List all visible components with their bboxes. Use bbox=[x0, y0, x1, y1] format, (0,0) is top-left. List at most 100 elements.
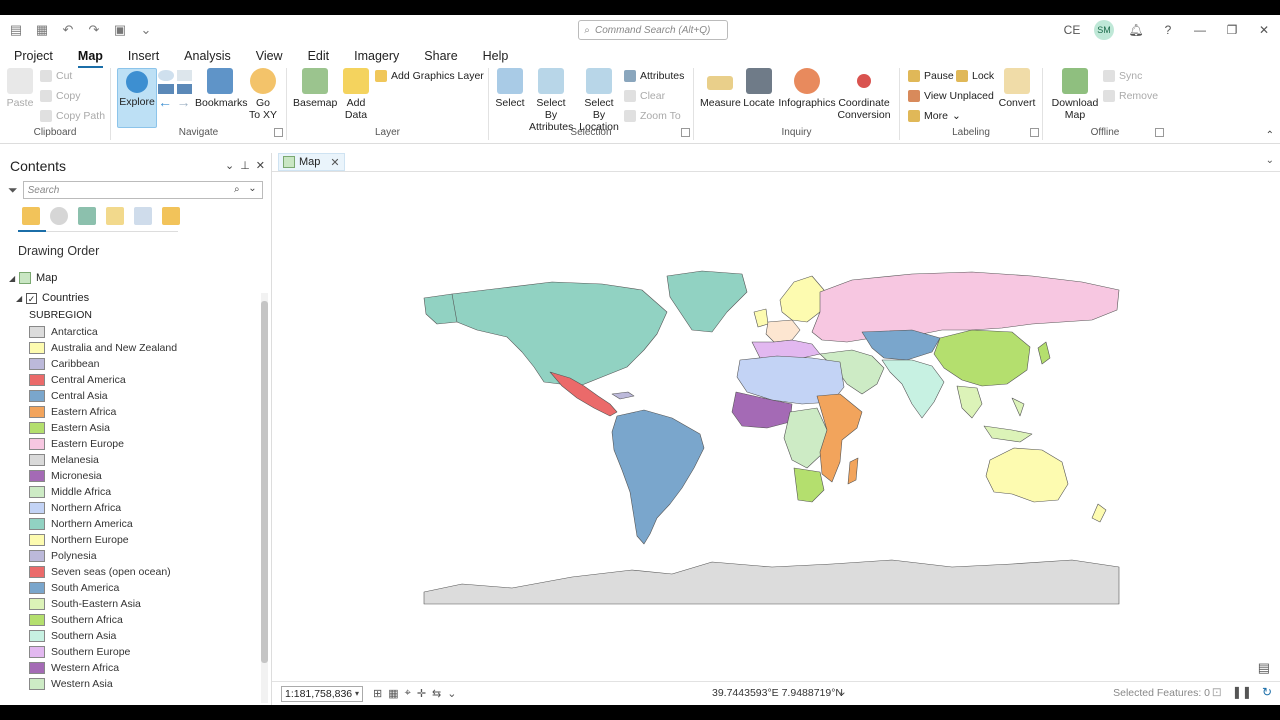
filter-icon[interactable]: ⏷ bbox=[8, 183, 18, 198]
legend-item[interactable]: Western Asia bbox=[0, 676, 271, 692]
measure-button[interactable]: Measure bbox=[700, 68, 741, 109]
legend-swatch[interactable] bbox=[29, 342, 45, 354]
legend-item[interactable]: Central America bbox=[0, 372, 271, 388]
list-by-drawing-order-icon[interactable] bbox=[22, 207, 40, 225]
pane-options-icon[interactable]: ⌄ bbox=[225, 159, 234, 172]
tab-insert[interactable]: Insert bbox=[128, 49, 173, 65]
legend-swatch[interactable] bbox=[29, 598, 45, 610]
view-unplaced-button[interactable]: View Unplaced bbox=[908, 88, 994, 104]
more-labeling-button[interactable]: More ⌄ bbox=[908, 108, 961, 124]
pause-drawing-icon[interactable]: ❚❚ bbox=[1232, 685, 1252, 699]
contents-scrollbar[interactable] bbox=[261, 293, 268, 703]
labeling-launcher-icon[interactable] bbox=[1030, 128, 1039, 137]
tab-project[interactable]: Project bbox=[14, 49, 67, 65]
legend-swatch[interactable] bbox=[29, 502, 45, 514]
legend-swatch[interactable] bbox=[29, 614, 45, 626]
refresh-view-icon[interactable]: ⊡ bbox=[1212, 685, 1222, 699]
search-icon[interactable]: ⌕ bbox=[234, 184, 240, 195]
notifications-panel-icon[interactable]: ▤ bbox=[1258, 660, 1270, 676]
basemap-button[interactable]: Basemap bbox=[293, 68, 337, 109]
legend-swatch[interactable] bbox=[29, 646, 45, 658]
restore-icon[interactable]: ❐ bbox=[1216, 23, 1248, 37]
copy-path-button[interactable]: Copy Path bbox=[40, 108, 105, 124]
list-by-snapping-icon[interactable] bbox=[134, 207, 152, 225]
legend-item[interactable]: South America bbox=[0, 580, 271, 596]
go-to-xy-button[interactable]: Go To XY bbox=[247, 68, 279, 121]
close-icon[interactable]: ✕ bbox=[1248, 23, 1280, 37]
close-pane-icon[interactable]: ✕ bbox=[256, 159, 265, 172]
navigate-launcher-icon[interactable] bbox=[274, 128, 283, 137]
legend-swatch[interactable] bbox=[29, 422, 45, 434]
legend-swatch[interactable] bbox=[29, 406, 45, 418]
list-by-data-source-icon[interactable] bbox=[50, 207, 68, 225]
rotation-icon[interactable]: ⇆ bbox=[432, 687, 441, 700]
expand-layer-icon[interactable]: ◢ bbox=[16, 294, 26, 303]
list-by-editing-icon[interactable] bbox=[106, 207, 124, 225]
legend-swatch[interactable] bbox=[29, 326, 45, 338]
tree-map-row[interactable]: ◢ Map bbox=[0, 270, 271, 286]
select-button[interactable]: Select bbox=[495, 68, 525, 109]
sync-button[interactable]: Sync bbox=[1103, 68, 1142, 84]
locate-button[interactable]: Locate bbox=[742, 68, 776, 109]
world-map[interactable] bbox=[272, 172, 1280, 682]
legend-swatch[interactable] bbox=[29, 518, 45, 530]
user-initials[interactable]: CE bbox=[1056, 23, 1088, 37]
tab-list-icon[interactable]: ⌄ bbox=[1266, 155, 1274, 166]
legend-swatch[interactable] bbox=[29, 534, 45, 546]
command-search[interactable]: ⌕ Command Search (Alt+Q) bbox=[578, 20, 728, 40]
list-by-labeling-icon[interactable] bbox=[162, 207, 180, 225]
legend-swatch[interactable] bbox=[29, 390, 45, 402]
legend-swatch[interactable] bbox=[29, 438, 45, 450]
snapping-icon[interactable]: ✛ bbox=[417, 687, 426, 700]
grid-icon[interactable]: ▦ bbox=[388, 687, 398, 700]
list-by-selection-icon[interactable] bbox=[78, 207, 96, 225]
add-data-button[interactable]: Add Data bbox=[341, 68, 371, 121]
legend-item[interactable]: Southern Europe bbox=[0, 644, 271, 660]
minimize-icon[interactable]: — bbox=[1184, 23, 1216, 37]
legend-item[interactable]: Eastern Asia bbox=[0, 420, 271, 436]
legend-item[interactable]: Antarctica bbox=[0, 324, 271, 340]
full-extent-icon[interactable] bbox=[158, 70, 174, 81]
fixed-zoom-icon[interactable] bbox=[176, 70, 192, 81]
expand-map-icon[interactable]: ◢ bbox=[9, 274, 19, 283]
collapse-ribbon-icon[interactable]: ⌃ bbox=[1266, 130, 1274, 141]
legend-swatch[interactable] bbox=[29, 550, 45, 562]
legend-item[interactable]: Melanesia bbox=[0, 452, 271, 468]
customize-qat-icon[interactable]: ⌄ bbox=[138, 22, 154, 38]
legend-item[interactable]: Australia and New Zealand bbox=[0, 340, 271, 356]
lock-labels-button[interactable]: Lock bbox=[956, 68, 994, 84]
new-project-icon[interactable]: ▤ bbox=[8, 22, 24, 38]
notification-bell-icon[interactable]: 🔔︎ bbox=[1120, 23, 1152, 37]
coordinate-conversion-button[interactable]: Coordinate Conversion bbox=[836, 68, 892, 121]
legend-item[interactable]: Middle Africa bbox=[0, 484, 271, 500]
legend-swatch[interactable] bbox=[29, 630, 45, 642]
legend-swatch[interactable] bbox=[29, 454, 45, 466]
explore-button[interactable]: Explore bbox=[117, 68, 157, 128]
convert-button[interactable]: Convert bbox=[998, 68, 1036, 109]
legend-item[interactable]: Northern Europe bbox=[0, 532, 271, 548]
legend-item[interactable]: Central Asia bbox=[0, 388, 271, 404]
next-extent-icon[interactable]: → bbox=[177, 95, 193, 118]
legend-item[interactable]: Micronesia bbox=[0, 468, 271, 484]
select-by-attributes-button[interactable]: Select By Attributes bbox=[529, 68, 573, 133]
map-canvas[interactable]: ▤ bbox=[272, 172, 1280, 682]
legend-item[interactable]: Southern Asia bbox=[0, 628, 271, 644]
attributes-button[interactable]: Attributes bbox=[624, 68, 684, 84]
legend-item[interactable]: Seven seas (open ocean) bbox=[0, 564, 271, 580]
tab-help[interactable]: Help bbox=[483, 49, 523, 65]
zoom-in-icon[interactable] bbox=[158, 83, 174, 95]
redo-icon[interactable]: ↷ bbox=[86, 22, 102, 38]
cut-button[interactable]: Cut bbox=[40, 68, 72, 84]
copy-button[interactable]: Copy bbox=[40, 88, 81, 104]
map-view-tab[interactable]: Map ✕ bbox=[278, 153, 345, 171]
legend-item[interactable]: Southern Africa bbox=[0, 612, 271, 628]
bookmarks-button[interactable]: Bookmarks bbox=[195, 68, 248, 109]
legend-item[interactable]: Northern America bbox=[0, 516, 271, 532]
pin-icon[interactable]: ⊥ bbox=[240, 159, 250, 172]
clear-button[interactable]: Clear bbox=[624, 88, 665, 104]
legend-item[interactable]: Northern Africa bbox=[0, 500, 271, 516]
zoom-to-button[interactable]: Zoom To bbox=[624, 108, 681, 124]
offline-launcher-icon[interactable] bbox=[1155, 128, 1164, 137]
catalog-icon[interactable]: ▣ bbox=[112, 22, 128, 38]
legend-swatch[interactable] bbox=[29, 662, 45, 674]
